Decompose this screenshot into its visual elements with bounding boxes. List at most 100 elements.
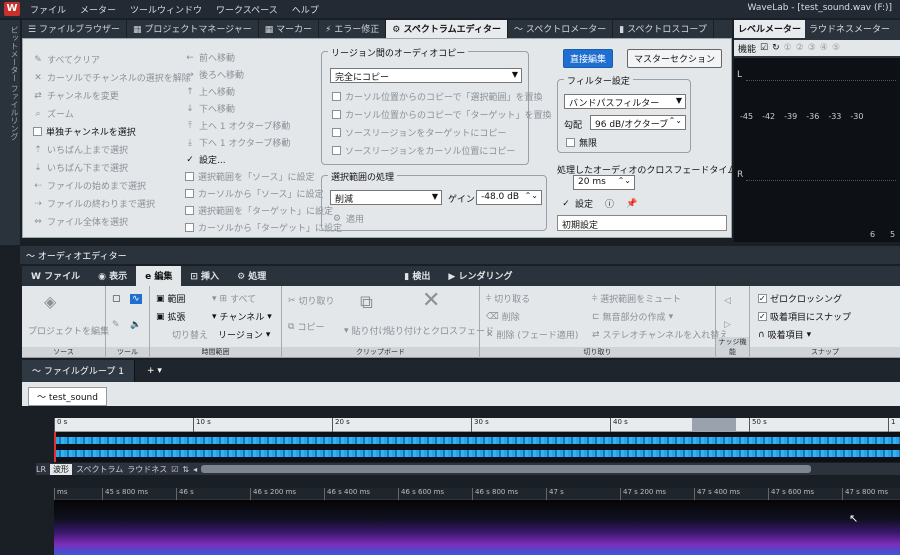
octave-down-button[interactable]: ⤓ 下へ 1 オクターブ移動 — [185, 136, 290, 150]
menu-workspace[interactable]: ワークスペース — [216, 3, 278, 16]
paste-button[interactable]: ▾ 貼り付け — [344, 324, 388, 338]
horizontal-scrollbar[interactable] — [201, 465, 812, 473]
view-range-indicator[interactable] — [692, 418, 736, 432]
copy-option-1[interactable]: カーソル位置からのコピーで「選択範囲」を置換 — [332, 90, 542, 103]
slope-input[interactable]: 96 dB/オクターブ — [590, 115, 686, 130]
infinite-checkbox[interactable]: 無限 — [566, 136, 597, 149]
preset-5-button[interactable]: ⑤ — [832, 43, 840, 53]
view-loudness-tab[interactable]: ラウドネス — [127, 464, 167, 475]
ribbon-tab-file[interactable]: W ファイル — [22, 266, 89, 286]
tab-file-group-1[interactable]: 〜 ファイルグループ 1 — [22, 360, 135, 382]
view-waveform-tab[interactable]: 波形 — [50, 463, 73, 475]
select-to-end-button[interactable]: ⇢ ファイルの終わりまで選択 — [33, 197, 155, 211]
select-all-button[interactable]: ▾ ⊞ すべて — [212, 292, 256, 306]
ribbon-tab-edit[interactable]: e 編集 — [136, 266, 182, 286]
scroll-left-icon[interactable]: ◂ — [193, 465, 197, 474]
region-button[interactable]: リージョン ▾ — [218, 328, 270, 342]
preset-3-button[interactable]: ③ — [808, 43, 816, 53]
delete-button[interactable]: ⌫ 削除 — [486, 310, 520, 324]
ribbon-tab-render[interactable]: ▶ レンダリング — [439, 266, 521, 286]
sync-icon[interactable]: ⇅ — [182, 465, 189, 474]
pencil-tool-icon[interactable]: ✎ — [112, 320, 120, 330]
swap-stereo-button[interactable]: ⇄ ステレオチャンネルを入れ替え — [592, 328, 728, 342]
check-icon[interactable]: ☑ — [760, 43, 768, 53]
deselect-channel-button[interactable]: ✕ カーソルでチャンネルの選択を解除 — [33, 71, 191, 85]
range-button[interactable]: ▣ 範囲 — [156, 292, 186, 306]
overview-ruler[interactable]: 0 s 10 s 20 s 30 s 40 s 50 s 1 — [54, 418, 900, 432]
move-down-button[interactable]: ↓ 下へ移動 — [185, 102, 235, 116]
pin-icon[interactable]: 📌 — [626, 199, 637, 209]
change-channel-button[interactable]: ⇄ チャンネルを変更 — [33, 89, 119, 103]
set-source-from-cursor[interactable]: カーソルから「ソース」に設定 — [185, 187, 324, 200]
octave-up-button[interactable]: ⤒ 上へ 1 オクターブ移動 — [185, 119, 290, 133]
menu-meter[interactable]: メーター — [80, 3, 116, 16]
expand-button[interactable]: ▣ 拡張 — [156, 310, 186, 324]
channel-button[interactable]: ▾ チャンネル ▾ — [212, 310, 272, 324]
menu-toolwindow[interactable]: ツールウィンドウ — [130, 3, 202, 16]
time-select-tool-icon[interactable]: ∿ — [130, 294, 142, 304]
crossfade-input[interactable]: 20 ms — [573, 175, 635, 190]
tab-spectrum-editor[interactable]: ⚙ スペクトラムエディター — [386, 20, 508, 38]
tab-loudness-meter[interactable]: ラウドネスメーター — [805, 20, 894, 38]
tab-file-browser[interactable]: ☰ ファイルブラウザー — [22, 20, 127, 38]
ribbon-tab-detect[interactable]: ▮ 検出 — [395, 266, 439, 286]
settings-button[interactable]: ✓ 設定... — [185, 153, 225, 167]
tab-spectrometer[interactable]: 〜 スペクトロメーター — [508, 20, 614, 38]
copy-button[interactable]: ⧉ コピー — [288, 320, 324, 334]
preset-1-button[interactable]: ① — [784, 43, 792, 53]
ribbon-tab-process[interactable]: ⚙ 処理 — [228, 266, 275, 286]
menu-help[interactable]: ヘルプ — [292, 3, 319, 16]
select-to-bottom-button[interactable]: ⇣ いちばん下まで選択 — [33, 161, 128, 175]
move-up-button[interactable]: ↑ 上へ移動 — [185, 85, 235, 99]
delete-fade-button[interactable]: ✕ 削除 (フェード適用) — [486, 328, 578, 342]
zoom-button[interactable]: ⌕ ズーム — [33, 107, 73, 121]
toggle-button[interactable]: 切り替え — [172, 328, 208, 341]
master-section-button[interactable]: マスターセクション — [627, 49, 723, 68]
select-to-start-button[interactable]: ⇠ ファイルの始めまで選択 — [33, 179, 146, 193]
ribbon-tab-insert[interactable]: ⊡ 挿入 — [181, 266, 228, 286]
add-file-group-button[interactable]: + ▾ — [147, 366, 162, 376]
overview-waveform[interactable] — [54, 432, 900, 462]
tab-level-meter[interactable]: レベルメーター — [734, 20, 806, 38]
left-tool-strip[interactable]: ビットメーター ファイルリング — [0, 20, 20, 245]
crossfade-settings-button[interactable]: ✓ 設定 ⓘ 📌 — [561, 197, 637, 211]
preset-4-button[interactable]: ④ — [820, 43, 828, 53]
process-mode-select[interactable]: 削減 — [330, 190, 442, 205]
preset-2-button[interactable]: ② — [796, 43, 804, 53]
preset-field[interactable]: 初期設定 — [557, 215, 727, 231]
set-target-from-selection[interactable]: 選択範囲を「ターゲット」に設定 — [185, 204, 333, 217]
nudge-right-icon[interactable]: ▷ — [724, 320, 731, 330]
direct-edit-button[interactable]: 直接編集 — [563, 49, 614, 68]
reset-icon[interactable]: ↻ — [772, 43, 780, 53]
tab-file-test-sound[interactable]: 〜 test_sound — [28, 387, 107, 406]
copy-option-3[interactable]: ソースリージョンをターゲットにコピー — [332, 126, 506, 139]
gain-input[interactable]: -48.0 dB — [476, 190, 542, 205]
level-function-menu[interactable]: 機能 — [738, 42, 756, 55]
copy-option-4[interactable]: ソースリージョンをカーソル位置にコピー — [332, 144, 515, 157]
waveform-area[interactable]: 0 s 10 s 20 s 30 s 40 s 50 s 1 LR 波形 スペク… — [22, 406, 900, 555]
snap-to-items-checkbox[interactable]: 吸着項目にスナップ — [758, 310, 851, 323]
mute-selection-button[interactable]: ⫩ 選択範囲をミュート — [592, 292, 681, 306]
edit-project-button[interactable]: プロジェクトを編集 — [28, 324, 109, 337]
spectrogram-view[interactable]: ↖ — [54, 500, 900, 555]
cut-button[interactable]: ⫩ 切り取る — [486, 292, 530, 306]
move-prev-button[interactable]: ← 前へ移動 — [185, 51, 235, 65]
move-next-button[interactable]: → 後ろへ移動 — [185, 68, 244, 82]
apply-button[interactable]: ⚙ 適用 — [332, 212, 364, 226]
cut-clip-button[interactable]: ✂ 切り取り — [288, 294, 335, 308]
select-to-top-button[interactable]: ⇡ いちばん上まで選択 — [33, 143, 128, 157]
set-target-from-cursor[interactable]: カーソルから「ターゲット」に設定 — [185, 221, 342, 234]
select-tool-icon[interactable]: ▢ — [112, 294, 121, 304]
tab-marker[interactable]: ▦ マーカー — [259, 20, 320, 38]
view-options-icon[interactable]: ☑ — [171, 465, 178, 474]
menu-file[interactable]: ファイル — [30, 3, 66, 16]
zero-crossing-checkbox[interactable]: ゼロクロッシング — [758, 292, 842, 305]
tab-error-correction[interactable]: ⚡ エラー修正 — [319, 20, 387, 38]
nudge-left-icon[interactable]: ◁ — [724, 296, 731, 306]
solo-channel-checkbox[interactable]: 単独チャンネルを選択 — [33, 125, 136, 138]
help-icon[interactable]: ⓘ — [605, 197, 614, 210]
select-all-file-button[interactable]: ⇔ ファイル全体を選択 — [33, 215, 128, 229]
copy-mode-select[interactable]: 完全にコピー — [330, 68, 522, 83]
tab-spectroscope[interactable]: ▮ スペクトロスコープ — [613, 20, 714, 38]
clear-all-button[interactable]: ✎ すべてクリア — [33, 53, 100, 67]
